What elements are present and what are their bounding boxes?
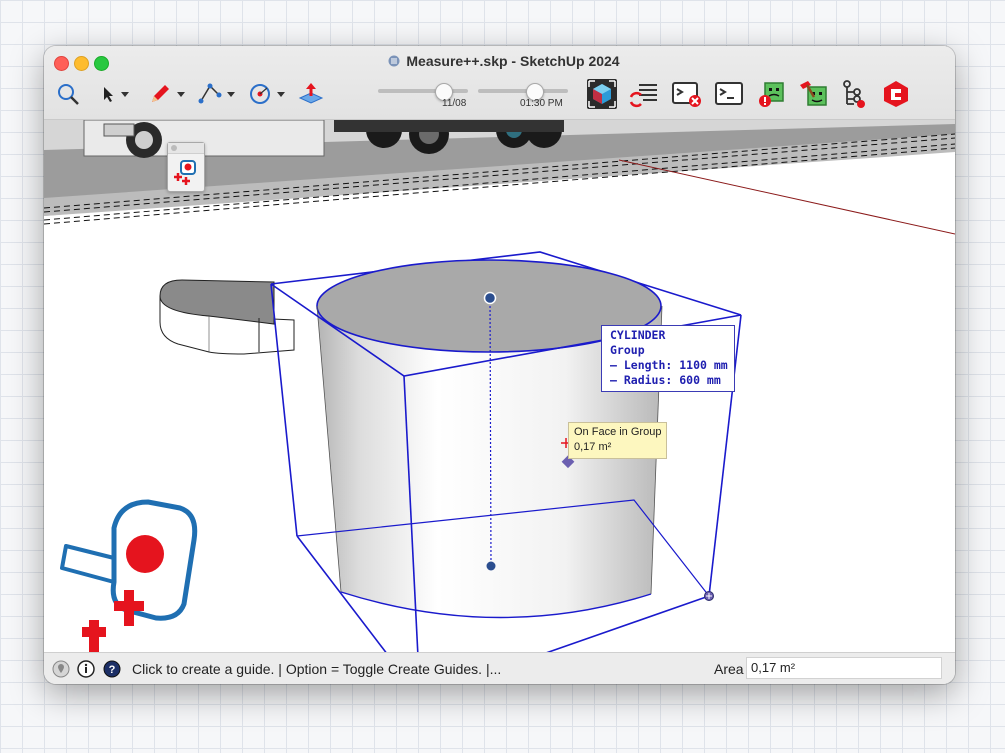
time-label: 01:30 PM: [520, 98, 563, 109]
panel-close-dot[interactable]: [171, 145, 177, 151]
sketchup-window: Measure++.skp - SketchUp 2024 11/08 01:3…: [44, 46, 955, 684]
console-icon: [715, 82, 743, 105]
credits-info-icon[interactable]: [77, 660, 95, 678]
zoom-window-button[interactable]: [94, 56, 109, 71]
cube-select-button[interactable]: [586, 79, 618, 109]
reload-lines-button[interactable]: [629, 80, 659, 108]
measurement-label: Area: [714, 661, 744, 677]
date-label: 11/08: [442, 98, 467, 109]
window-title: Measure++.skp - SketchUp 2024: [374, 53, 634, 69]
search-tool[interactable]: [56, 80, 80, 108]
chevron-down-icon: [277, 91, 285, 97]
tape-circle-icon: [250, 84, 270, 104]
chevron-down-icon: [227, 91, 235, 97]
chevron-down-icon: [177, 91, 185, 97]
warning-face-icon: [759, 82, 784, 107]
info-line: – Radius: 600 mm: [610, 373, 721, 387]
svg-text:?: ?: [109, 664, 116, 676]
cube-select-icon: [587, 79, 617, 109]
console-button[interactable]: [714, 80, 744, 108]
info-line: CYLINDER: [610, 328, 666, 342]
model-viewport[interactable]: CYLINDER Group – Length: 1100 mm – Radiu…: [44, 120, 955, 652]
hammer-face-button[interactable]: [798, 80, 830, 108]
arc-icon: [198, 83, 222, 104]
mini-toolbar-panel[interactable]: [167, 142, 205, 192]
pencil-icon: [152, 85, 169, 102]
title-bar: Measure++.skp - SketchUp 2024 11/08 01:3…: [44, 46, 955, 120]
hammer-face-icon: [800, 81, 827, 106]
minimize-window-button[interactable]: [74, 56, 89, 71]
tooltip-line: 0,17 m²: [574, 441, 612, 453]
guide-end-point[interactable]: [486, 561, 496, 571]
console-close-button[interactable]: [672, 80, 702, 108]
tree-icon: [843, 80, 865, 108]
time-slider[interactable]: 01:30 PM: [478, 83, 568, 112]
status-hint-text: Click to create a guide. | Option = Togg…: [132, 661, 502, 677]
search-icon: [58, 84, 79, 105]
push-pull-tool[interactable]: [298, 80, 324, 108]
select-tool[interactable]: [102, 80, 129, 108]
tree-button[interactable]: [841, 80, 871, 108]
inference-tooltip: On Face in Group 0,17 m²: [568, 422, 668, 459]
measure-plus-plus-logo-icon: [60, 499, 198, 652]
warning-face-button[interactable]: [757, 80, 787, 108]
console-close-icon: [672, 82, 701, 107]
push-pull-icon: [298, 83, 324, 104]
reload-lines-icon: [629, 84, 657, 108]
geo-location-icon[interactable]: [52, 660, 70, 678]
date-slider[interactable]: 11/08: [378, 83, 468, 112]
guide-start-point[interactable]: [483, 291, 497, 305]
ruby-gem-icon: [884, 81, 908, 107]
arc-tool[interactable]: [198, 80, 235, 108]
entity-info-box: CYLINDER Group – Length: 1100 mm – Radiu…: [601, 325, 735, 392]
circle-tool[interactable]: [248, 80, 285, 108]
draw-tool[interactable]: [148, 80, 185, 108]
measurement-value-box[interactable]: 0,17 m²: [746, 657, 942, 679]
select-arrow-icon: [104, 87, 113, 102]
red-axis-line: [618, 159, 955, 235]
ruby-gem-button[interactable]: [881, 80, 911, 108]
status-bar: ? Click to create a guide. | Option = To…: [44, 652, 955, 684]
help-icon[interactable]: ?: [103, 660, 121, 678]
info-line: Group: [610, 343, 645, 357]
info-line: – Length: 1100 mm: [610, 358, 728, 372]
model-scene[interactable]: [44, 120, 955, 652]
measure-tool-icon[interactable]: [168, 155, 204, 191]
sketchup-file-icon: [388, 55, 400, 67]
tooltip-line: On Face in Group: [574, 426, 662, 438]
chevron-down-icon: [121, 91, 129, 97]
close-window-button[interactable]: [54, 56, 69, 71]
